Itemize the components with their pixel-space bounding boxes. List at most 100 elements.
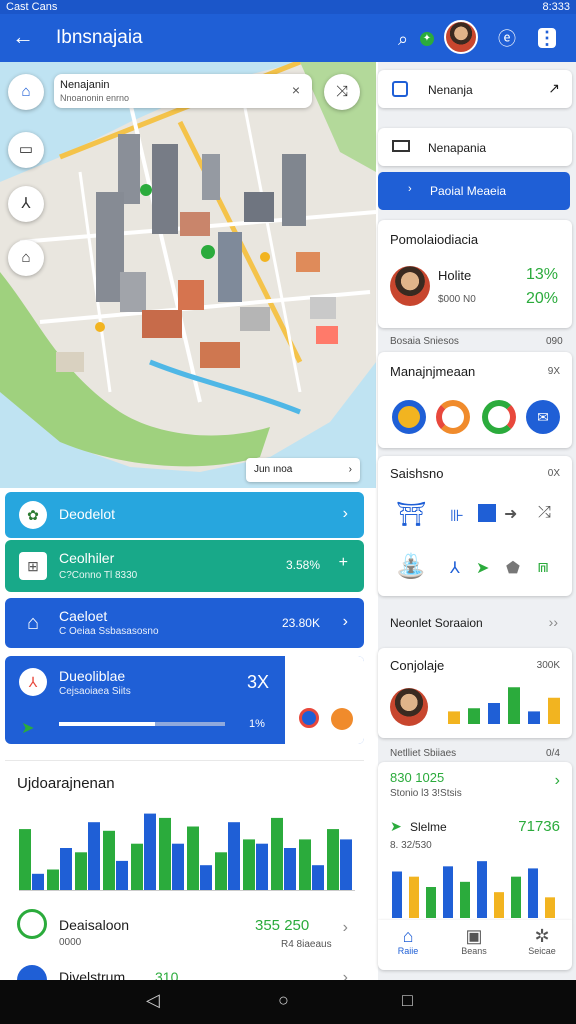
donut-icon-3[interactable]: [482, 400, 516, 434]
chevron-right-icon[interactable]: ›: [343, 613, 348, 631]
home-icon: ⌂: [402, 926, 414, 946]
layers-icon[interactable]: ▭: [8, 132, 44, 168]
map-search-title: Nenajanin: [60, 79, 110, 91]
chart-bar: [228, 822, 240, 891]
doc-icon[interactable]: [478, 504, 496, 522]
chart-bar: [443, 866, 453, 918]
recents-icon[interactable]: □: [402, 990, 413, 1011]
arrow-icon[interactable]: ➤: [476, 558, 489, 578]
map-search-bar[interactable]: Nenajanin Nnoanonin enrno ×: [54, 74, 312, 108]
chart-bar: [448, 711, 460, 724]
donut-icon-2[interactable]: [436, 400, 470, 434]
chart-bar: [548, 697, 560, 724]
drawer-item-2-value: 3.58%: [285, 558, 320, 572]
stats-card[interactable]: 830 1025 Stonio l3 3!Stsis › ➤ Slelme 71…: [378, 762, 572, 920]
primary-action-label: Paoial Meaeia: [430, 184, 507, 198]
bus-icon[interactable]: ⊪: [450, 506, 464, 526]
drawer-item-3[interactable]: ⌂ Caeloet C Oeiaa Ssbasasosno 23.80K ›: [5, 598, 364, 648]
profile-card[interactable]: Pomolaiodiacia Holite 13% $000 N0 20%: [378, 220, 572, 328]
edit-icon[interactable]: ↗: [548, 80, 560, 97]
profile-name: Holite: [438, 268, 472, 283]
chart-bar: [284, 848, 296, 891]
bottom-tab-bar: ⌂ Raiie ▣ Beans ✲ Seicae: [378, 920, 572, 970]
drawer-item-4[interactable]: ⅄ Dueoliblae Cejsaoiaea Siits 3X ➤ 1%: [5, 656, 364, 744]
chart-bar: [172, 843, 184, 891]
person-icon: ⅄: [19, 668, 47, 696]
landmark-icon[interactable]: ⛩: [396, 500, 426, 529]
bottom-card: Ujdoarajnenan Deaisaloon 0000 355 250 R4…: [5, 760, 364, 995]
stat2-icon: ➤: [390, 818, 402, 834]
park-icon[interactable]: ⛲: [396, 552, 426, 581]
status-bar: Cast Cans 8:333: [0, 0, 576, 14]
double-chevron-icon[interactable]: ››: [549, 614, 558, 630]
chart-bar: [256, 843, 268, 891]
drawer-item-3-label: Caeloet: [59, 608, 108, 624]
chevron-right-icon[interactable]: ›: [343, 919, 348, 937]
tab-home[interactable]: ⌂ Raiie: [378, 926, 438, 956]
gate-icon[interactable]: ⩎: [538, 556, 548, 577]
user-avatar[interactable]: [444, 20, 478, 54]
home-icon[interactable]: ○: [278, 990, 289, 1011]
chevron-right-icon[interactable]: ›: [349, 458, 352, 482]
row1-sub2: R4 8iaeaus: [281, 939, 332, 950]
gear-icon: ✲: [534, 926, 550, 946]
link-row[interactable]: Neonlet Soraaion ››: [378, 604, 572, 642]
chart-bar: [468, 708, 480, 724]
search-icon[interactable]: ⌕: [392, 28, 414, 50]
leaf-icon: ✿: [19, 501, 47, 529]
chart-bar: [299, 839, 311, 891]
back-icon[interactable]: ◁: [146, 990, 160, 1011]
profile-name-pct: 13%: [525, 266, 558, 283]
directions-icon[interactable]: ⅄: [8, 186, 44, 222]
chart-bar: [88, 822, 100, 891]
chart-bar: [131, 843, 143, 891]
chevron-right-icon[interactable]: ›: [555, 772, 560, 790]
city-map[interactable]: [0, 62, 376, 488]
overflow-menu-icon[interactable]: ⋮: [538, 28, 556, 48]
share-icon[interactable]: ⓔ: [496, 28, 518, 50]
conjolaje-card[interactable]: Conjolaje 300K: [378, 648, 572, 738]
drawer-item-4-sub: Cejsaoiaea Siits: [59, 686, 131, 697]
tab-beans[interactable]: ▣ Beans: [444, 926, 504, 956]
close-icon[interactable]: ×: [292, 82, 300, 98]
drawer-item-4-label: Dueoliblae: [59, 668, 126, 684]
profile-avatar: [390, 266, 430, 306]
sync-icon[interactable]: ✦: [420, 32, 434, 46]
compass-icon[interactable]: [299, 708, 319, 728]
saisheno-card[interactable]: Saishsno 0X ⛩ ⊪ ➜ ⤮ ⛲ ⅄ ➤ ⬟ ⩎: [378, 456, 572, 596]
profile-sub-pct: 20%: [525, 290, 558, 307]
row1-sub: 0000: [59, 937, 82, 948]
chart-bar: [47, 869, 59, 891]
back-arrow-icon[interactable]: ←: [12, 26, 34, 48]
section-value-1: 090: [546, 336, 563, 347]
location-icon[interactable]: ⌂: [8, 74, 44, 110]
split-icon[interactable]: ⤮: [538, 504, 551, 522]
destination-card-1[interactable]: Nenanja ↗: [378, 70, 572, 108]
bottom-card-title: Ujdoarajnenan: [17, 775, 115, 792]
primary-action-button[interactable]: › Paoial Meaeia: [378, 172, 570, 210]
manage-card[interactable]: Manajnjmeaan 9X ✉: [378, 352, 572, 448]
alert-icon[interactable]: [331, 708, 353, 730]
tab-settings[interactable]: ✲ Seicae: [512, 926, 572, 956]
walk-icon[interactable]: ⅄: [450, 558, 460, 578]
home-icon[interactable]: ⌂: [8, 240, 44, 276]
stat2-label: Slelme: [410, 820, 447, 834]
conjolaje-avatar: [390, 688, 428, 726]
destination-card-2[interactable]: Nenapania: [378, 128, 572, 166]
stats-bar-chart: [392, 861, 555, 918]
manage-badge: 9X: [547, 366, 560, 377]
add-icon[interactable]: +: [339, 554, 348, 572]
shield-icon[interactable]: ⬟: [506, 558, 520, 578]
donut-icon-1[interactable]: [392, 400, 426, 434]
route-button[interactable]: ⤨: [324, 74, 360, 110]
drawer-item-1[interactable]: ✿ Deodelot ›: [5, 492, 364, 538]
forward-icon[interactable]: ➜: [504, 504, 517, 524]
chart-bar: [511, 876, 521, 918]
tab-beans-label: Beans: [461, 946, 487, 956]
chevron-right-icon[interactable]: ›: [343, 505, 348, 523]
stat-header-value: 0/4: [546, 748, 560, 759]
stat2-sub: 8. 32/530: [390, 840, 432, 851]
drawer-item-2[interactable]: ⊞ Ceolhiler C?Conno Tl 8330 3.58% +: [5, 540, 364, 592]
chat-icon[interactable]: ✉: [526, 400, 560, 434]
link-row-label: Neonlet Soraaion: [390, 616, 483, 630]
